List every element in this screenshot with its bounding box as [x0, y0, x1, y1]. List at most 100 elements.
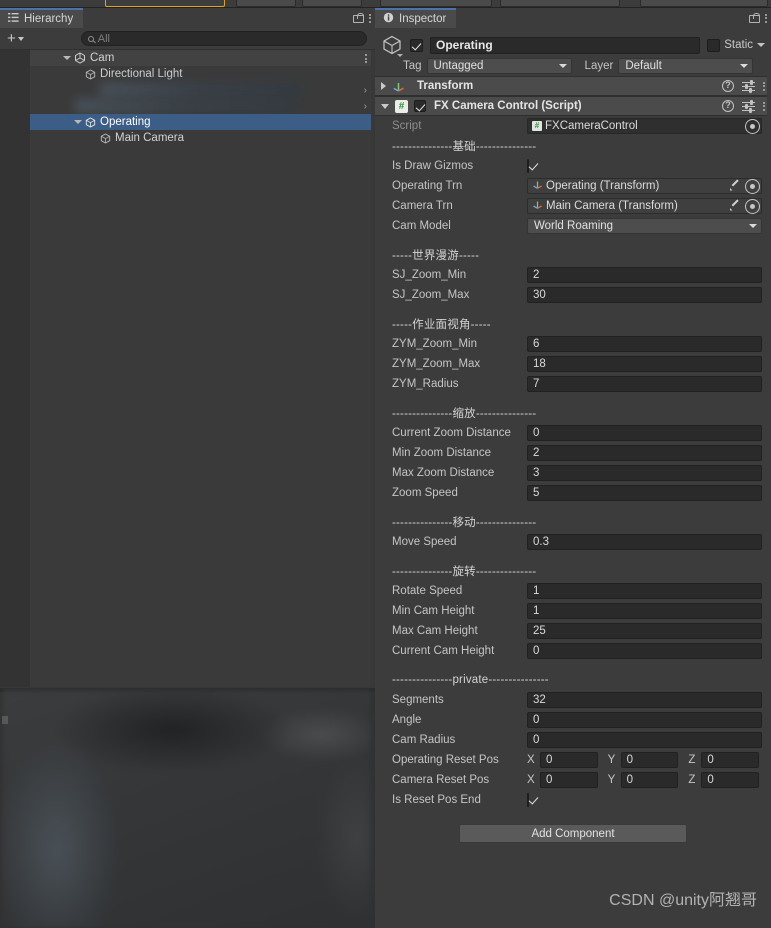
tab-hierarchy[interactable]: Hierarchy	[0, 8, 84, 28]
preset-icon[interactable]	[742, 99, 755, 113]
property-text-input[interactable]: 1	[527, 583, 762, 599]
layer-dropdown[interactable]: Default	[618, 58, 754, 74]
hierarchy-row-main-camera[interactable]: Main Camera	[30, 130, 375, 146]
chevron-down-icon[interactable]	[381, 103, 389, 109]
chevron-down-icon[interactable]	[757, 43, 765, 47]
hierarchy-row-directional-light[interactable]: Directional Light	[30, 66, 375, 82]
script-object-field[interactable]: # FXCameraControl	[527, 118, 762, 134]
object-picker-icon[interactable]	[745, 118, 760, 134]
component-enabled-checkbox[interactable]	[414, 100, 426, 112]
property-field[interactable]: 2	[527, 445, 762, 461]
edit-pencil-icon[interactable]	[728, 179, 742, 193]
property-checkbox[interactable]	[527, 159, 529, 173]
vector3-input-y[interactable]: 0	[620, 772, 679, 788]
kebab-menu-icon[interactable]	[365, 54, 367, 63]
property-text-input[interactable]: 0	[527, 643, 762, 659]
add-gameobject-button[interactable]: +	[4, 30, 27, 47]
property-field[interactable]: World Roaming	[527, 218, 762, 234]
hierarchy-row-blurred-2[interactable]: ›	[30, 98, 375, 114]
component-header-fx-camera-control[interactable]: # FX Camera Control (Script) ?	[375, 96, 771, 116]
vector3-input-z[interactable]: 0	[701, 772, 760, 788]
property-text-input[interactable]: 0	[527, 712, 762, 728]
inspector-scrollbar[interactable]	[767, 48, 771, 928]
property-field[interactable]: X0Y0Z0	[527, 752, 762, 768]
property-field[interactable]: 2	[527, 267, 762, 283]
chevron-right-icon[interactable]: ›	[364, 85, 367, 96]
edit-pencil-icon[interactable]	[728, 199, 742, 213]
property-field[interactable]: 6	[527, 336, 762, 352]
kebab-menu-icon[interactable]	[765, 13, 767, 23]
help-icon[interactable]: ?	[722, 100, 734, 112]
property-field[interactable]: 18	[527, 356, 762, 372]
component-header-transform[interactable]: Transform ?	[375, 76, 771, 96]
property-field[interactable]: 5	[527, 485, 762, 501]
toolbar-chip-3[interactable]	[380, 0, 492, 7]
property-field[interactable]: 0	[527, 732, 762, 748]
toolbar-chip-2[interactable]	[302, 0, 362, 7]
hierarchy-row-blurred-1[interactable]: ›	[30, 82, 375, 98]
property-field[interactable]: 1	[527, 583, 762, 599]
vector3-input-x[interactable]: 0	[540, 752, 598, 768]
toolbar-chip-1[interactable]	[236, 0, 296, 7]
object-picker-icon[interactable]	[745, 198, 760, 214]
property-field[interactable]: 1	[527, 603, 762, 619]
chevron-right-icon[interactable]: ›	[364, 101, 367, 112]
preset-icon[interactable]	[742, 79, 755, 93]
property-checkbox[interactable]	[527, 793, 529, 807]
kebab-menu-icon[interactable]	[763, 81, 765, 91]
lock-icon[interactable]	[749, 13, 760, 23]
tab-inspector[interactable]: Inspector	[375, 8, 457, 28]
gameobject-cube-icon[interactable]	[381, 34, 403, 57]
property-text-input[interactable]: 18	[527, 356, 762, 372]
lock-icon[interactable]	[353, 13, 364, 23]
property-field[interactable]: # FXCameraControl	[527, 118, 762, 134]
static-control[interactable]: Static	[707, 38, 765, 52]
property-text-input[interactable]: 2	[527, 267, 762, 283]
chevron-down-icon[interactable]	[63, 56, 71, 60]
property-text-input[interactable]: 0.3	[527, 534, 762, 550]
property-text-input[interactable]: 2	[527, 445, 762, 461]
help-icon[interactable]: ?	[722, 80, 734, 92]
property-object-field[interactable]: Operating (Transform)	[527, 178, 762, 194]
property-field[interactable]: 3	[527, 465, 762, 481]
property-text-input[interactable]: 5	[527, 485, 762, 501]
property-object-field[interactable]: Main Camera (Transform)	[527, 198, 762, 214]
property-field[interactable]: 0	[527, 643, 762, 659]
scene-view-panel[interactable]	[0, 688, 375, 928]
property-text-input[interactable]: 30	[527, 287, 762, 303]
tag-dropdown[interactable]: Untagged	[426, 58, 572, 74]
vector3-input-x[interactable]: 0	[540, 772, 598, 788]
chevron-right-icon[interactable]	[381, 82, 386, 90]
vector3-input-z[interactable]: 0	[701, 752, 760, 768]
property-text-input[interactable]: 0	[527, 732, 762, 748]
property-text-input[interactable]: 32	[527, 692, 762, 708]
property-field[interactable]: 0	[527, 425, 762, 441]
gameobject-active-checkbox[interactable]	[410, 38, 423, 52]
hierarchy-row-operating[interactable]: Operating	[30, 114, 375, 130]
object-picker-icon[interactable]	[745, 178, 760, 194]
property-field[interactable]: 7	[527, 376, 762, 392]
toolbar-chip-4[interactable]	[500, 0, 620, 7]
property-text-input[interactable]: 1	[527, 603, 762, 619]
toolbar-chip-5[interactable]	[640, 0, 768, 7]
add-component-button[interactable]: Add Component	[459, 824, 687, 843]
hierarchy-search-input[interactable]: All	[80, 31, 367, 46]
property-field[interactable]: 32	[527, 692, 762, 708]
property-text-input[interactable]: 7	[527, 376, 762, 392]
property-field[interactable]: X0Y0Z0	[527, 772, 762, 788]
property-text-input[interactable]: 6	[527, 336, 762, 352]
chevron-down-icon[interactable]	[74, 120, 82, 124]
kebab-menu-icon[interactable]	[763, 101, 765, 111]
property-field[interactable]	[527, 159, 762, 173]
property-text-input[interactable]: 3	[527, 465, 762, 481]
property-enum-dropdown[interactable]: World Roaming	[527, 218, 762, 234]
property-field[interactable]	[527, 793, 762, 807]
property-field[interactable]: Operating (Transform)	[527, 178, 762, 194]
property-text-input[interactable]: 25	[527, 623, 762, 639]
vector3-input-y[interactable]: 0	[620, 752, 679, 768]
property-field[interactable]: 0	[527, 712, 762, 728]
property-field[interactable]: 25	[527, 623, 762, 639]
gameobject-name-input[interactable]: Operating	[430, 36, 701, 54]
property-field[interactable]: 30	[527, 287, 762, 303]
kebab-menu-icon[interactable]	[369, 13, 371, 23]
